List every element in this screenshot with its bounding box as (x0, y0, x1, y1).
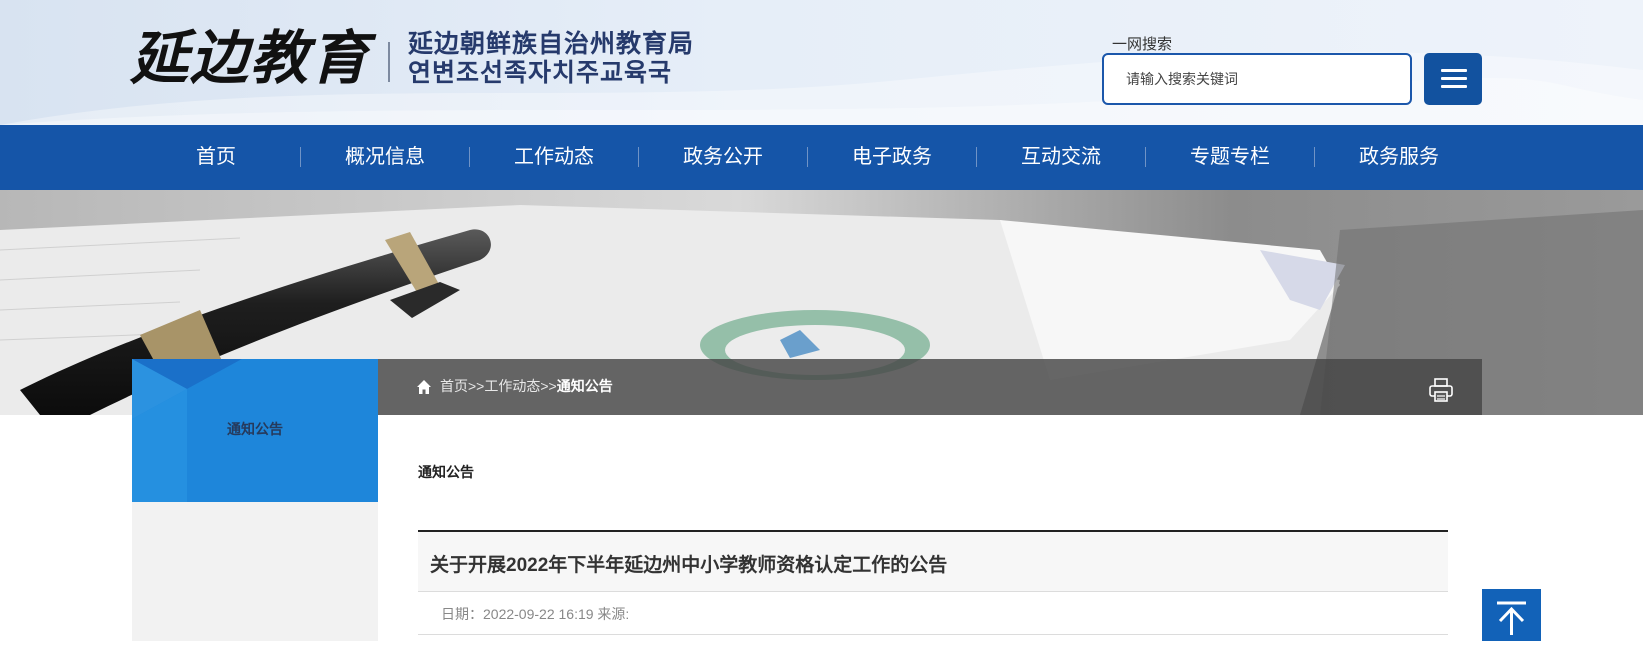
search-input[interactable] (1102, 53, 1412, 105)
sidebar-title[interactable]: 通知公告 (132, 419, 378, 439)
site-logo[interactable]: 延边教育 延边朝鲜族自治州教育局 연변조선족자치주교육국 (130, 24, 700, 92)
breadcrumb-work-news-link[interactable]: 工作动态 (484, 378, 540, 394)
main-nav: 首页 概况信息 工作动态 政务公开 电子政务 互动交流 专题专栏 政务服务 (0, 125, 1643, 190)
printer-icon[interactable] (1428, 377, 1454, 403)
logo-org-name-korean: 연변조선족자치주교육국 (408, 59, 673, 87)
site-header: 延边教育 延边朝鲜族自治州教育局 연변조선족자치주교육국 一网搜索 (0, 0, 1643, 125)
logo-divider (388, 42, 390, 82)
nav-item-overview[interactable]: 概况信息 (301, 125, 469, 190)
article-header: 关于开展2022年下半年延边州中小学教师资格认定工作的公告 (418, 532, 1448, 592)
sidebar-header: 通知公告 (132, 359, 378, 502)
breadcrumb-current[interactable]: 通知公告 (557, 378, 613, 394)
nav-item-interaction[interactable]: 互动交流 (977, 125, 1145, 190)
meta-divider (418, 634, 1448, 635)
nav-item-e-government[interactable]: 电子政务 (808, 125, 976, 190)
logo-calligraphy: 延边教育 (130, 24, 371, 92)
logo-org-name-chinese: 延边朝鲜族自治州教育局 (408, 30, 695, 58)
breadcrumb-home-link[interactable]: 首页 (440, 378, 468, 394)
article-title: 关于开展2022年下半年延边州中小学教师资格认定工作的公告 (430, 555, 948, 576)
arrow-up-icon (1497, 601, 1526, 635)
back-to-top-button[interactable] (1482, 589, 1541, 641)
search-label: 一网搜索 (1112, 36, 1173, 53)
breadcrumb-separator: >> (540, 378, 557, 394)
sidebar-body (132, 502, 378, 641)
breadcrumb-separator: >> (468, 378, 485, 394)
section-title: 通知公告 (418, 464, 474, 480)
article-meta: 日期：2022-09-22 16:19 来源: (441, 606, 630, 622)
nav-item-home[interactable]: 首页 (132, 125, 300, 190)
nav-item-work-news[interactable]: 工作动态 (470, 125, 638, 190)
nav-item-services[interactable]: 政务服务 (1315, 125, 1483, 190)
menu-button[interactable] (1424, 53, 1482, 105)
nav-item-special-topics[interactable]: 专题专栏 (1146, 125, 1314, 190)
home-icon[interactable] (416, 379, 432, 395)
breadcrumb: 首页>>工作动态>>通知公告 (378, 359, 1482, 415)
breadcrumb-trail: 首页>>工作动态>>通知公告 (440, 376, 613, 396)
nav-item-government-affairs[interactable]: 政务公开 (639, 125, 807, 190)
